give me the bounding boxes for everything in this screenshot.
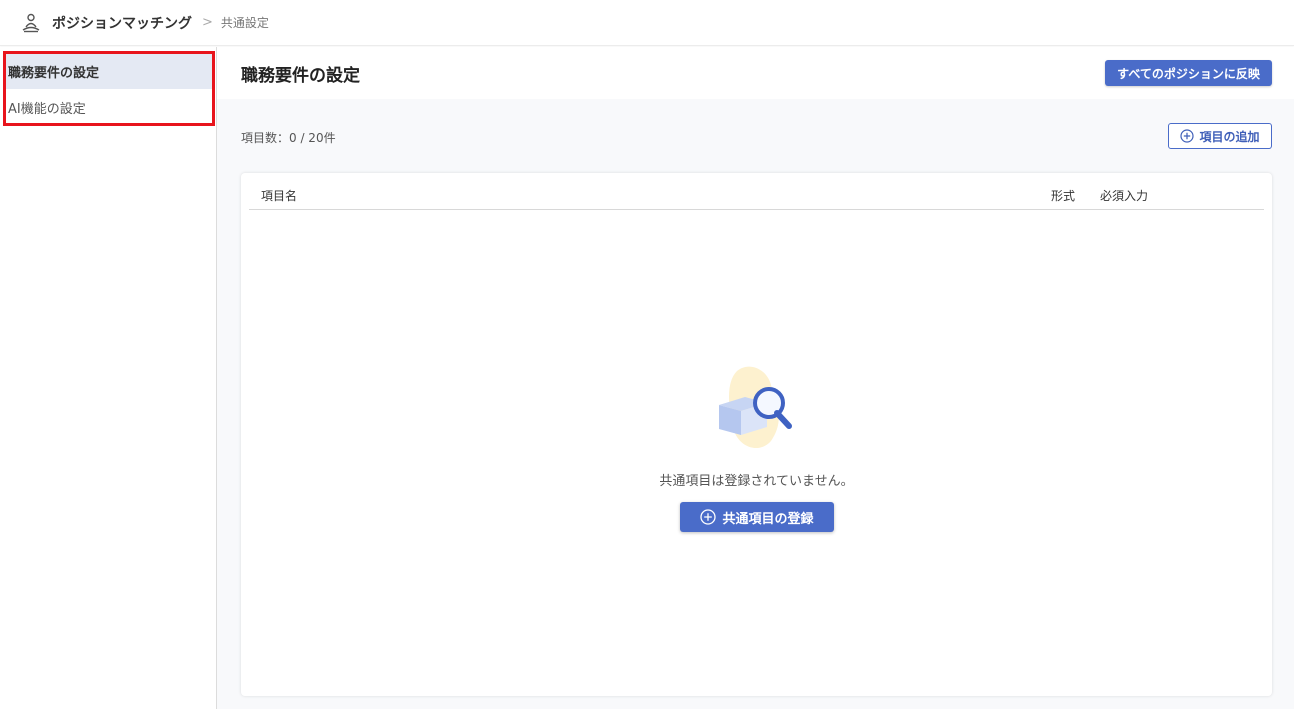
sidebar: 職務要件の設定 AI機能の設定 <box>0 47 217 709</box>
empty-message: 共通項目は登録されていません。 <box>659 474 854 489</box>
plus-circle-icon <box>1180 129 1195 143</box>
column-header-name: 項目名 <box>261 189 298 203</box>
sidebar-item-label: 職務要件の設定 <box>8 65 100 81</box>
add-item-label: 項目の追加 <box>1199 129 1260 144</box>
register-common-item-button[interactable]: 共通項目の登録 <box>680 502 834 532</box>
sidebar-item-label: AI機能の設定 <box>8 101 86 117</box>
main-content: 職務要件の設定 すべてのポジションに反映 項目数：0 / 20件 項目の追加 項… <box>217 47 1294 709</box>
register-button-label: 共通項目の登録 <box>722 511 814 527</box>
column-header-required: 必須入力 <box>1100 189 1149 203</box>
sidebar-item-ai-settings[interactable]: AI機能の設定 <box>6 89 212 125</box>
breadcrumb-chevron-icon: > <box>202 15 213 30</box>
page-title: 職務要件の設定 <box>241 66 360 86</box>
add-item-button[interactable]: 項目の追加 <box>1168 123 1272 149</box>
person-meditation-icon[interactable] <box>20 12 42 34</box>
item-count: 項目数：0 / 20件 <box>241 131 336 145</box>
app-title[interactable]: ポジションマッチング <box>52 13 192 33</box>
apply-all-positions-button[interactable]: すべてのポジションに反映 <box>1105 60 1272 86</box>
top-bar: ポジションマッチング > 共通設定 <box>0 0 1294 46</box>
plus-circle-icon <box>700 509 717 525</box>
breadcrumb-current: 共通設定 <box>220 16 269 30</box>
main-header: 職務要件の設定 すべてのポジションに反映 <box>217 47 1294 99</box>
table-header: 項目名 形式 必須入力 <box>249 173 1264 210</box>
box-magnifier-icon <box>715 363 801 453</box>
column-header-format: 形式 <box>1051 189 1076 203</box>
sidebar-item-job-requirements[interactable]: 職務要件の設定 <box>6 53 212 89</box>
items-table-card: 項目名 形式 必須入力 共通項目は登録されていません。 共通項目の登録 <box>241 173 1272 696</box>
